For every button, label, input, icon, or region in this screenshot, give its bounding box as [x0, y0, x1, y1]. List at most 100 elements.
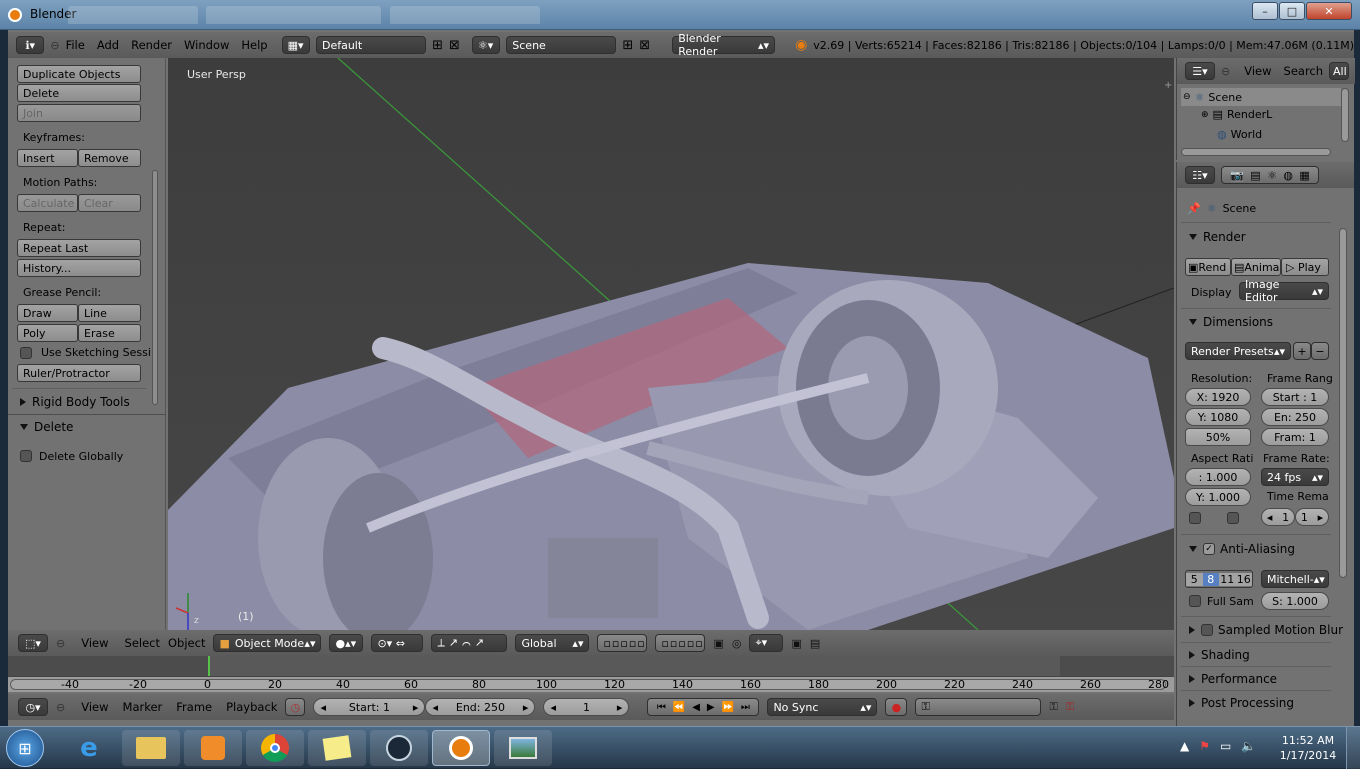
collapse-icon[interactable]: ⊖ [56, 701, 65, 714]
menu-add[interactable]: Add [97, 38, 119, 52]
remap-new-field[interactable]: 1 ▸ [1295, 508, 1329, 526]
delete-operator-panel[interactable]: Delete [20, 420, 73, 434]
outliner-menu-view[interactable]: View [1244, 64, 1271, 78]
grease-poly-button[interactable]: Poly [17, 324, 78, 342]
layers-grid-2[interactable]: ▫▫▫▫▫ [655, 634, 706, 652]
remap-old-field[interactable]: ◂ 1 [1261, 508, 1295, 526]
texture-tab-icon[interactable]: ▦ [1299, 169, 1309, 182]
aa-samples-selector[interactable]: 5 8 11 16 [1185, 570, 1253, 588]
insert-keyframe-icon[interactable]: ⚿ [1049, 700, 1057, 714]
render-still-button[interactable]: ▣ Rend [1185, 258, 1231, 276]
show-desktop-button[interactable] [1346, 727, 1360, 769]
viewport-menu-view[interactable]: View [81, 636, 108, 650]
outliner-vscroll[interactable] [1341, 88, 1349, 142]
grease-line-button[interactable]: Line [78, 304, 141, 322]
world-tab-icon[interactable]: ◍ [1283, 169, 1293, 182]
anti-aliasing-panel-header[interactable]: ✓ Anti-Aliasing [1189, 542, 1295, 556]
start-frame-field[interactable]: ◂ Start: 1 ▸ [313, 698, 426, 716]
end-frame-field[interactable]: ◂ End: 250 ▸ [425, 698, 536, 716]
proportional-edit-icon[interactable]: ◎ [732, 637, 742, 650]
timeline-menu-frame[interactable]: Frame [176, 700, 212, 714]
next-keyframe-icon[interactable]: ⏩ [722, 702, 734, 713]
render-camera-icon[interactable]: ▣ [791, 637, 801, 650]
layers-grid-1[interactable]: ▫▫▫▫▫ [597, 634, 648, 652]
snap-icon[interactable]: ⌖▾ [749, 634, 784, 652]
border-checkbox[interactable] [1189, 512, 1201, 524]
ruler-protractor-button[interactable]: Ruler/Protractor [17, 364, 141, 382]
render-engine-select[interactable]: Blender Render ▴▾ [672, 32, 776, 58]
current-frame-field[interactable]: ◂ 1 ▸ [543, 698, 630, 716]
steam-icon[interactable] [370, 730, 428, 766]
add-screen-icon[interactable]: ⊞ [432, 38, 443, 53]
remove-scene-icon[interactable]: ⊠ [639, 38, 650, 53]
render-tab-camera-icon[interactable]: 📷 [1230, 169, 1244, 182]
outliner-display-mode[interactable]: All [1329, 62, 1350, 80]
dimensions-panel-header[interactable]: Dimensions [1189, 315, 1273, 329]
menu-window[interactable]: Window [184, 38, 229, 52]
collapse-icon[interactable]: ⊖ [1221, 65, 1230, 78]
render-presets-select[interactable]: Render Presets ▴▾ [1185, 342, 1291, 360]
outliner-item-scene[interactable]: ⊖ ⚛ Scene [1181, 88, 1341, 106]
preview-range-icon[interactable]: ◷ [285, 698, 306, 716]
start-button-windows-icon[interactable]: ⊞ [6, 729, 44, 767]
filter-size-field[interactable]: S: 1.000 [1261, 592, 1329, 610]
render-panel-header[interactable]: Render [1189, 230, 1246, 244]
pin-icon[interactable]: 📌 [1187, 202, 1201, 215]
grease-erase-button[interactable]: Erase [78, 324, 141, 342]
sync-mode-select[interactable]: No Sync ▴▾ [767, 698, 878, 716]
repeat-last-button[interactable]: Repeat Last [17, 239, 141, 257]
timeline-menu-marker[interactable]: Marker [123, 700, 163, 714]
play-rendered-button[interactable]: ▷ Play [1281, 258, 1329, 276]
collapse-toggle-icon[interactable]: ⊖ [1183, 92, 1191, 102]
clock[interactable]: 11:52 AM 1/17/2014 [1278, 733, 1338, 763]
network-icon[interactable]: ▭ [1220, 739, 1231, 753]
rigid-body-tools-panel[interactable]: Rigid Body Tools [20, 395, 130, 409]
object-mode-select[interactable]: ■ Object Mode ▴▾ [213, 634, 322, 652]
keying-set-field[interactable]: ⚿ [915, 698, 1042, 716]
add-scene-icon[interactable]: ⊞ [622, 38, 633, 53]
remove-keyframe-button[interactable]: Remove [78, 149, 141, 167]
jump-start-icon[interactable]: ⏮ [657, 702, 666, 713]
delete-button[interactable]: Delete [17, 84, 141, 102]
toolshelf-scrollbar[interactable] [152, 170, 158, 405]
aa-sample-option[interactable]: 11 [1219, 572, 1236, 586]
history-button[interactable]: History... [17, 259, 141, 277]
menu-file[interactable]: File [66, 38, 85, 52]
play-icon[interactable]: ▶ [707, 702, 715, 713]
shading-panel-header[interactable]: Shading [1189, 648, 1250, 662]
transform-orientation-select[interactable]: Global ▴▾ [515, 634, 590, 652]
expand-toggle-icon[interactable]: ⊕ [1201, 110, 1209, 120]
motion-blur-checkbox[interactable] [1201, 624, 1213, 636]
timeline-area[interactable] [8, 656, 1174, 676]
outliner-editor-type-icon[interactable]: ☰▾ [1185, 62, 1215, 80]
outliner-hscroll[interactable] [1181, 148, 1331, 156]
layers-tab-icon[interactable]: ▤ [1250, 169, 1260, 182]
resolution-y-field[interactable]: Y: 1080 [1185, 408, 1251, 426]
aa-filter-select[interactable]: Mitchell- ▴▾ [1261, 570, 1329, 588]
scene-selector-icon[interactable]: ⚛▾ [471, 36, 501, 54]
add-preset-button[interactable]: + [1293, 342, 1311, 360]
calculate-paths-button[interactable]: Calculate [17, 194, 78, 212]
action-center-flag-icon[interactable]: ⚑ [1199, 739, 1210, 753]
layer-lock-icon[interactable]: ▣ [713, 637, 723, 650]
viewport-shading-icon[interactable]: ●▴▾ [329, 634, 364, 652]
aspect-y-field[interactable]: Y: 1.000 [1185, 488, 1251, 506]
3d-viewport[interactable]: z User Persp (1) + [168, 58, 1174, 630]
manipulator-icons[interactable]: ⟂↗⌒↗ [431, 634, 508, 652]
frame-end-field[interactable]: En: 250 [1261, 408, 1329, 426]
internet-explorer-icon[interactable]: e [60, 730, 118, 766]
timeline-menu-playback[interactable]: Playback [226, 700, 277, 714]
collapse-icon[interactable]: ⊖ [56, 637, 65, 650]
display-select[interactable]: Image Editor ▴▾ [1239, 278, 1329, 304]
post-processing-panel-header[interactable]: Post Processing [1189, 696, 1294, 710]
file-explorer-icon[interactable] [122, 730, 180, 766]
delete-keyframe-icon[interactable]: ⚿ [1066, 700, 1074, 714]
resolution-percent-slider[interactable]: 50% [1185, 428, 1251, 446]
media-player-icon[interactable] [184, 730, 242, 766]
properties-scrollbar[interactable] [1339, 228, 1347, 578]
duplicate-objects-button[interactable]: Duplicate Objects [17, 65, 141, 83]
aa-sample-option[interactable]: 5 [1186, 572, 1203, 586]
collapse-icon[interactable]: ⊖ [50, 39, 59, 52]
properties-editor-type-icon[interactable]: ☷▾ [1185, 166, 1215, 184]
timeline-menu-view[interactable]: View [81, 700, 108, 714]
